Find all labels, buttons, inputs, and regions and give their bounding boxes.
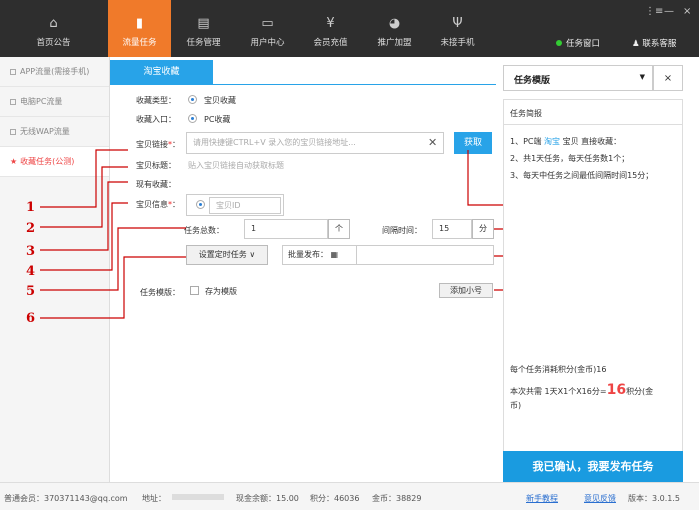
annotation-6: 6 (26, 311, 36, 326)
clipboard-icon: ▤ (197, 16, 210, 31)
title-placeholder: 贴入宝贝链接自动获取标题 (188, 161, 284, 170)
nav-home[interactable]: ⌂ 首页公告 (22, 0, 85, 57)
tab-divider (110, 84, 496, 85)
user-icon: ♟ (632, 39, 640, 49)
clear-link-icon[interactable]: ✕ (428, 136, 437, 149)
minimize-icon[interactable]: — (664, 6, 674, 17)
checkbox-icon (10, 68, 16, 75)
feedback-link[interactable]: 意见反馈 (584, 493, 616, 504)
task-brief-panel: 任务简报 1、PC端 淘宝 宝贝 直接收藏： 2、共1天任务，每天任务数1个； … (503, 99, 683, 485)
task-window-toggle[interactable]: 任务窗口 (556, 37, 600, 49)
dropdown-arrow-icon: ▼ (639, 73, 645, 81)
save-template-checkbox[interactable] (190, 286, 199, 295)
checkbox-icon (10, 128, 16, 135)
checkbox-icon (10, 98, 16, 105)
member-info: 普通会员：370371143@qq.com (4, 494, 128, 503)
nav-phone[interactable]: Ψ 未接手机 (426, 0, 489, 57)
publish-button[interactable]: 我已确认，我要发布任务 (503, 451, 683, 483)
total-tasks-label: 任务总数： (184, 226, 224, 235)
usb-icon: Ψ (452, 16, 463, 31)
nav-promotion[interactable]: ◕ 推广加盟 (363, 0, 426, 57)
version-info: 版本：3.0.1.5 (628, 494, 680, 503)
collect-type-radio[interactable] (188, 95, 197, 104)
address-value-blurred (172, 494, 224, 500)
item-id-input[interactable]: 宝贝ID (209, 197, 281, 214)
sidebar-item-collect[interactable]: ★ 收藏任务(公测) (0, 147, 109, 177)
star-icon: ★ (10, 157, 18, 166)
cost-per-task: 每个任务消耗积分(金币)16 (510, 365, 607, 374)
chevron-down-icon: ∨ (249, 250, 256, 259)
annotation-1: 1 (26, 200, 36, 215)
template-label: 任务模版： (140, 288, 180, 297)
nav-task-manage[interactable]: ▤ 任务管理 (172, 0, 235, 57)
interval-input[interactable]: 15 (432, 219, 472, 239)
sidebar-item-pc[interactable]: 电脑PC流量 (0, 87, 109, 117)
points-balance: 积分：46036 (310, 494, 360, 503)
link-input[interactable]: 请用快捷键CTRL+V 录入您的宝贝链接地址... (186, 132, 444, 154)
collect-entry-label: 收藏入口： (136, 115, 176, 124)
sidebar: APP流量(需接手机) 电脑PC流量 无线WAP流量 ★ 收藏任务(公测) (0, 57, 110, 482)
template-select[interactable]: 任务模版 ▼ (503, 65, 653, 91)
collect-type-label: 收藏类型： (136, 96, 176, 105)
interval-label: 间隔时间： (382, 226, 422, 235)
timed-task-button[interactable]: 设置定时任务 ∨ (186, 245, 268, 265)
tab-taobao-collect[interactable]: 淘宝收藏 (110, 60, 213, 84)
contact-service-link[interactable]: ♟ 联系客服 (632, 37, 676, 49)
brief-title: 任务简报 (510, 109, 542, 118)
add-account-button[interactable]: 添加小号 (439, 283, 493, 298)
save-template-label: 存为模版 (205, 287, 237, 296)
calendar-icon: ▦ (330, 250, 339, 259)
main-form: 淘宝收藏 收藏类型： 宝贝收藏 收藏入口： PC收藏 宝贝链接*： 请用快捷键C… (110, 57, 496, 482)
nav-user-center[interactable]: ▭ 用户中心 (236, 0, 299, 57)
interval-unit: 分 (472, 219, 494, 239)
link-label: 宝贝链接*： (136, 140, 180, 149)
title-label: 宝贝标题： (136, 161, 176, 170)
nav-recharge[interactable]: ¥ 会员充值 (299, 0, 362, 57)
status-dot-icon (556, 40, 562, 46)
total-cost: 本次共需 1天X1个X16分=16积分(金 (510, 382, 654, 398)
menu-icon[interactable]: ⋮≡ (645, 6, 663, 17)
total-cost-cont: 币) (510, 401, 522, 410)
annotation-5: 5 (26, 284, 36, 299)
close-icon[interactable]: × (683, 6, 691, 17)
home-icon: ⌂ (49, 16, 58, 31)
piggy-bank-icon: ◕ (388, 16, 401, 31)
collect-entry-value: PC收藏 (204, 115, 231, 124)
yen-icon: ¥ (326, 16, 335, 31)
annotation-2: 2 (26, 221, 36, 236)
existing-collect-label: 现有收藏： (136, 180, 176, 189)
brief-line-3: 3、每天中任务之间最低间隔时间15分； (510, 171, 654, 180)
tutorial-link[interactable]: 新手教程 (526, 493, 558, 504)
total-tasks-input[interactable]: 1 (244, 219, 328, 239)
total-unit: 个 (328, 219, 350, 239)
annotation-4: 4 (26, 264, 36, 279)
coins-balance: 金币：38829 (372, 494, 422, 503)
batch-publish-box[interactable]: 批量发布： ▦ (282, 245, 494, 265)
template-close-button[interactable]: × (653, 65, 683, 91)
id-card-icon: ▭ (261, 16, 274, 31)
cash-balance: 现金余额：15.00 (236, 494, 299, 503)
sidebar-item-wap[interactable]: 无线WAP流量 (0, 117, 109, 147)
collect-type-value: 宝贝收藏 (204, 96, 236, 105)
sidebar-item-app[interactable]: APP流量(需接手机) (0, 57, 109, 87)
brief-line-2: 2、共1天任务，每天任务数1个； (510, 154, 630, 163)
collect-entry-radio[interactable] (188, 114, 197, 123)
status-bar: 普通会员：370371143@qq.com 地址： 现金余额：15.00 积分：… (0, 482, 699, 510)
brief-line-1: 1、PC端 淘宝 宝贝 直接收藏： (510, 137, 622, 146)
address-label: 地址： (142, 494, 166, 503)
batch-publish-divider (356, 245, 357, 265)
annotation-3: 3 (26, 244, 36, 259)
fetch-button[interactable]: 获取 (454, 132, 492, 154)
brief-divider (504, 124, 682, 125)
chart-icon: ▮ (135, 16, 144, 31)
item-id-radio[interactable] (196, 200, 205, 209)
right-panel: 任务模版 ▼ × 任务简报 1、PC端 淘宝 宝贝 直接收藏： 2、共1天任务，每… (503, 65, 683, 485)
item-info-label: 宝贝信息*： (136, 200, 180, 209)
nav-traffic-task[interactable]: ▮ 流量任务 (108, 0, 171, 57)
top-navigation-bar: ⌂ 首页公告 ▮ 流量任务 ▤ 任务管理 ▭ 用户中心 ¥ 会员充值 ◕ 推广加盟 Ψ 未接手… (0, 0, 699, 57)
